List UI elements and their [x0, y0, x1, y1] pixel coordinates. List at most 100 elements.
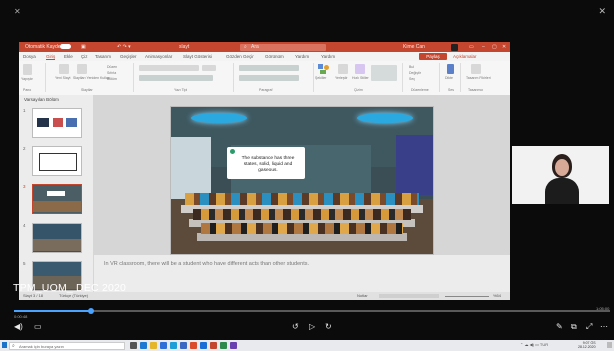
avatar[interactable] — [451, 43, 458, 51]
tab-draw[interactable]: Çiz — [81, 54, 88, 59]
new-slide-icon[interactable] — [59, 64, 69, 74]
paragraph-list-icons[interactable] — [239, 65, 299, 71]
find-button[interactable]: Bul — [409, 65, 414, 69]
notes-toggle[interactable]: Notlar — [357, 293, 368, 298]
ribbon-display-icon[interactable]: ▭ — [469, 44, 474, 50]
view-buttons[interactable] — [379, 294, 439, 298]
user-name: Kime Can — [403, 44, 425, 50]
taskbar-clock[interactable]: 9:07 ÖS 28.12.2020 — [578, 341, 596, 349]
paste-icon[interactable] — [23, 64, 32, 75]
fullscreen-icon[interactable]: ⤢ — [586, 322, 592, 332]
onenote-icon[interactable] — [230, 342, 237, 349]
tray-icons[interactable]: ⌃ ☁ ◀) ▭ TUR — [520, 342, 548, 347]
play-icon[interactable]: ▷ — [309, 322, 315, 331]
tab-file[interactable]: Dosya — [23, 54, 36, 59]
paragraph-align-icons[interactable] — [239, 75, 299, 81]
search-box[interactable]: ⌕ Ara — [240, 43, 326, 51]
tab-design[interactable]: Tasarım — [95, 54, 111, 59]
notification-icon[interactable] — [607, 342, 612, 348]
captions-icon[interactable]: ▭ — [34, 322, 42, 331]
volume-icon[interactable]: ◀) — [14, 322, 23, 331]
shapes-icon[interactable] — [318, 64, 330, 74]
ribbon: Yapıştır Pano Yeni Slayt Slaytları Yenid… — [19, 61, 510, 96]
mail-icon[interactable] — [170, 342, 177, 349]
chrome-icon[interactable] — [190, 342, 197, 349]
design-ideas-icon[interactable] — [471, 64, 481, 74]
windows-taskbar: ⌕ Aramak için buraya yazın ⌃ ☁ ◀) ▭ TUR … — [0, 340, 614, 351]
arrange-icon[interactable] — [338, 64, 348, 74]
minimize-icon[interactable]: – — [482, 44, 485, 50]
ribbon-divider — [133, 63, 134, 92]
tab-help[interactable]: Yardım — [295, 54, 309, 59]
task-view-icon[interactable] — [130, 342, 137, 349]
pip-icon[interactable]: ⧉ — [571, 322, 577, 332]
quick-styles-icon[interactable] — [355, 64, 365, 74]
slide-thumbnail-2[interactable] — [32, 146, 82, 176]
speaker-avatar-icon — [230, 149, 235, 154]
file-explorer-icon[interactable] — [150, 342, 157, 349]
thumb-graphic — [37, 118, 49, 127]
menu-icon[interactable]: ✕ — [14, 7, 21, 16]
edge-icon[interactable] — [140, 342, 147, 349]
replace-button[interactable]: Değiştir — [409, 71, 421, 75]
font-size-select[interactable] — [202, 65, 216, 71]
zoom-slider[interactable] — [445, 295, 489, 297]
save-icon[interactable]: ▣ — [81, 44, 86, 50]
section-button[interactable]: Bölüm — [107, 77, 117, 81]
current-slide[interactable]: The substance has three states, solid, l… — [170, 106, 434, 255]
tab-insert[interactable]: Ekle — [64, 54, 73, 59]
maximize-icon[interactable]: ▢ — [492, 44, 497, 50]
tab-review[interactable]: Gözden Geçir — [226, 54, 254, 59]
thumb-graphic — [33, 239, 81, 251]
zoom-level: %54 — [493, 293, 502, 298]
wall-poster — [396, 135, 433, 195]
reset-button[interactable]: Sıfırla — [107, 71, 116, 75]
excel-icon[interactable] — [220, 342, 227, 349]
slide-thumbnail-1[interactable] — [32, 108, 82, 138]
video-progress-bar[interactable] — [14, 308, 610, 314]
section-header[interactable]: Varsayılan Bölüm — [24, 97, 59, 102]
search-icon: ⌕ — [244, 44, 247, 50]
progress-handle[interactable] — [88, 308, 95, 314]
rewind-icon[interactable]: ↺ — [292, 322, 299, 331]
search-placeholder: Ara — [251, 44, 259, 50]
reuse-slides-icon[interactable] — [77, 64, 87, 74]
taskbar-search[interactable]: ⌕ Aramak için buraya yazın — [9, 341, 125, 350]
tab-view[interactable]: Görünüm — [265, 54, 284, 59]
slide-thumbnail-4[interactable] — [32, 223, 82, 253]
store-icon[interactable] — [160, 342, 167, 349]
layout-button[interactable]: Düzen — [107, 65, 117, 69]
tab-transitions[interactable]: Geçişler — [120, 54, 137, 59]
slide-number: 4 — [23, 223, 26, 228]
window-close-icon[interactable]: ✕ — [502, 44, 506, 50]
tab-home[interactable]: Giriş — [46, 54, 56, 60]
taskbar-search-placeholder: Aramak için buraya yazın — [19, 343, 64, 349]
autosave-toggle[interactable] — [60, 44, 71, 49]
tab-help-2[interactable]: Yardım — [321, 54, 335, 59]
share-button[interactable]: Paylaş — [419, 52, 447, 60]
close-icon[interactable]: ✕ — [598, 6, 606, 17]
shape-fill-icons[interactable] — [371, 65, 397, 81]
shape-rect-icon — [320, 70, 326, 74]
tab-slideshow[interactable]: Slayt Gösterisi — [183, 54, 212, 59]
notes-text: In VR classroom, there will be a student… — [104, 261, 310, 267]
quick-styles-label: Hızlı Stiller — [352, 76, 369, 80]
ribbon-divider — [233, 63, 234, 92]
slide-thumbnail-3[interactable] — [32, 184, 82, 214]
select-button[interactable]: Seç — [409, 77, 415, 81]
more-icon[interactable]: ⋯ — [600, 322, 608, 331]
edit-icon[interactable]: ✎ — [556, 322, 563, 331]
tab-animations[interactable]: Animasyonlar — [145, 54, 172, 59]
teams-icon[interactable] — [200, 342, 207, 349]
ribbon-divider — [402, 63, 403, 92]
font-name-select[interactable] — [139, 65, 199, 71]
microphone-icon[interactable] — [447, 64, 454, 74]
word-icon[interactable] — [180, 342, 187, 349]
powerpoint-icon[interactable] — [210, 342, 217, 349]
forward-icon[interactable]: ↻ — [325, 322, 332, 331]
group-paragraph: Paragraf — [259, 88, 273, 92]
undo-icon[interactable]: ↶ ↷ ▾ — [117, 44, 131, 50]
windows-start-icon[interactable] — [2, 342, 7, 348]
comments-button[interactable]: Açıklamalar — [453, 53, 477, 60]
font-format-icons[interactable] — [139, 75, 213, 81]
